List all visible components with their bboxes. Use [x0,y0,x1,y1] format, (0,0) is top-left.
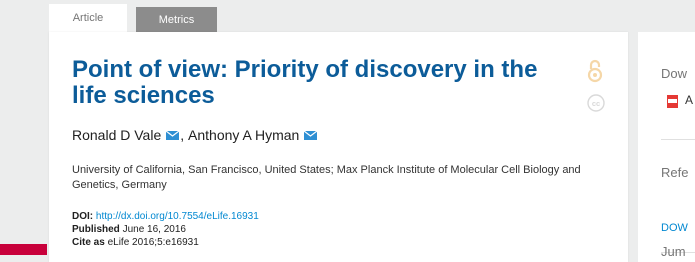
tab-metrics[interactable]: Metrics [136,7,217,32]
download-article-pdf-link[interactable]: A [685,93,693,107]
published-line: Published June 16, 2016 [72,223,259,236]
download-references-link[interactable]: DOW [661,222,688,234]
doi-label: DOI: [72,211,94,222]
article-metadata: DOI: http://dx.doi.org/10.7554/eLife.169… [72,210,259,249]
pdf-icon[interactable] [667,95,678,108]
doi-link[interactable]: http://dx.doi.org/10.7554/eLife.16931 [96,211,259,222]
author-name[interactable]: Anthony A Hyman [188,127,299,143]
citation: eLife 2016;5:e16931 [107,237,199,248]
sidebar-panel: Dow A Refe DOW Jum [638,32,695,262]
creative-commons-icon[interactable]: cc [587,94,605,112]
sidebar-divider [661,139,695,140]
author-name[interactable]: Ronald D Vale [72,127,161,143]
doi-line: DOI: http://dx.doi.org/10.7554/eLife.169… [72,210,259,223]
tab-article[interactable]: Article [49,4,127,32]
published-date: June 16, 2016 [122,224,186,235]
references-heading: Refe [661,165,689,180]
download-heading: Dow [661,66,688,81]
svg-text:cc: cc [592,99,600,108]
author-list: Ronald D Vale, Anthony A Hyman [72,127,318,143]
author-affiliations: University of California, San Francisco,… [72,164,581,191]
published-label: Published [72,224,120,235]
cite-label: Cite as [72,237,105,248]
article-header-panel: Point of view: Priority of discovery in … [49,32,628,262]
feedback-tab[interactable] [0,244,47,255]
email-icon[interactable] [166,130,180,140]
author-separator: , [180,127,189,143]
jump-to-heading: Jum [661,244,686,259]
article-title: Point of view: Priority of discovery in … [72,56,538,109]
cite-line: Cite as eLife 2016;5:e16931 [72,236,259,249]
email-icon[interactable] [304,130,318,140]
open-access-icon[interactable] [587,59,603,83]
